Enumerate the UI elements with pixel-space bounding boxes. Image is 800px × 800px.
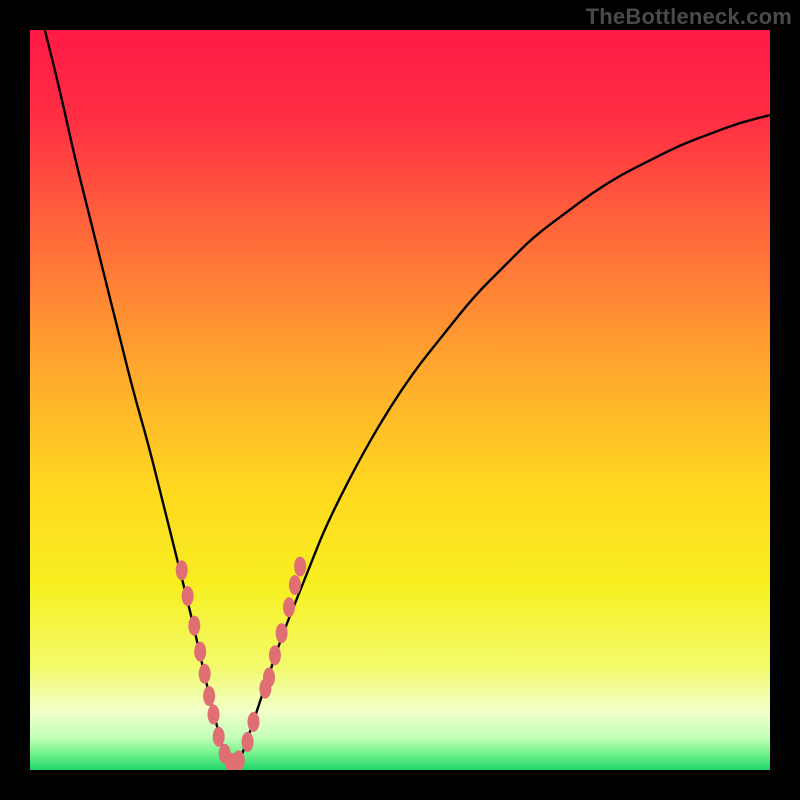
curve-layer <box>30 30 770 770</box>
marker-dot <box>213 727 225 747</box>
marker-dot <box>242 732 254 752</box>
marker-dot <box>233 750 245 770</box>
plot-area <box>30 30 770 770</box>
marker-dot <box>283 597 295 617</box>
marker-dot <box>208 705 220 725</box>
marker-dot <box>276 623 288 643</box>
marker-dot <box>269 645 281 665</box>
marker-dot <box>182 586 194 606</box>
marker-dot <box>188 616 200 636</box>
marker-dot <box>247 712 259 732</box>
marker-dot <box>199 664 211 684</box>
marker-dot <box>194 642 206 662</box>
marker-dot <box>176 560 188 580</box>
marker-dot <box>263 668 275 688</box>
marker-dot <box>294 557 306 577</box>
marker-dot <box>203 686 215 706</box>
valley-markers <box>176 557 306 771</box>
watermark-text: TheBottleneck.com <box>586 4 792 30</box>
right-curve <box>237 115 770 766</box>
marker-dot <box>289 575 301 595</box>
chart-frame: TheBottleneck.com <box>0 0 800 800</box>
